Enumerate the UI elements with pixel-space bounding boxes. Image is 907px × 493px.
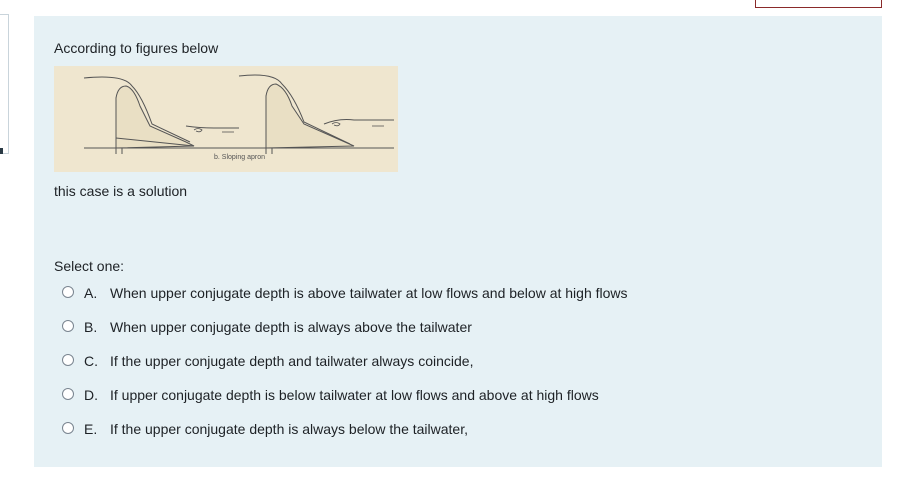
right-roller xyxy=(331,122,341,127)
answer-letter: C. xyxy=(84,353,98,369)
answer-text: If the upper conjugate depth and tailwat… xyxy=(110,353,474,369)
answer-text: If the upper conjugate depth is always b… xyxy=(110,421,468,437)
answer-text: When upper conjugate depth is above tail… xyxy=(110,285,628,301)
right-tailwater xyxy=(323,119,394,125)
right-dam-body xyxy=(265,83,355,149)
select-one-prompt: Select one: xyxy=(54,258,125,274)
question-intro: According to figures below xyxy=(54,40,219,56)
question-statement: this case is a solution xyxy=(54,183,188,199)
answer-text: If upper conjugate depth is below tailwa… xyxy=(110,387,599,403)
answer-letter: E. xyxy=(84,421,98,437)
left-edge-tab xyxy=(0,14,9,154)
question-panel: According to figures below b. Sloping ap… xyxy=(34,16,882,467)
figure-caption: b. Sloping apron xyxy=(214,154,265,161)
spillway-figure: b. Sloping apron xyxy=(54,66,398,172)
answer-letter: D. xyxy=(84,387,98,403)
spillway-diagram: b. Sloping apron xyxy=(83,74,394,161)
answer-letter: B. xyxy=(84,319,98,335)
left-roller xyxy=(193,128,203,133)
radio-button-d[interactable] xyxy=(62,388,74,400)
top-right-panel-edge xyxy=(755,0,882,8)
answer-text: When upper conjugate depth is always abo… xyxy=(110,319,472,335)
left-tailwater xyxy=(185,125,239,129)
radio-button-a[interactable] xyxy=(62,286,74,298)
answer-letter: A. xyxy=(84,285,98,301)
left-edge-marker xyxy=(0,148,3,154)
radio-button-e[interactable] xyxy=(62,422,74,434)
radio-button-c[interactable] xyxy=(62,354,74,366)
radio-button-b[interactable] xyxy=(62,320,74,332)
